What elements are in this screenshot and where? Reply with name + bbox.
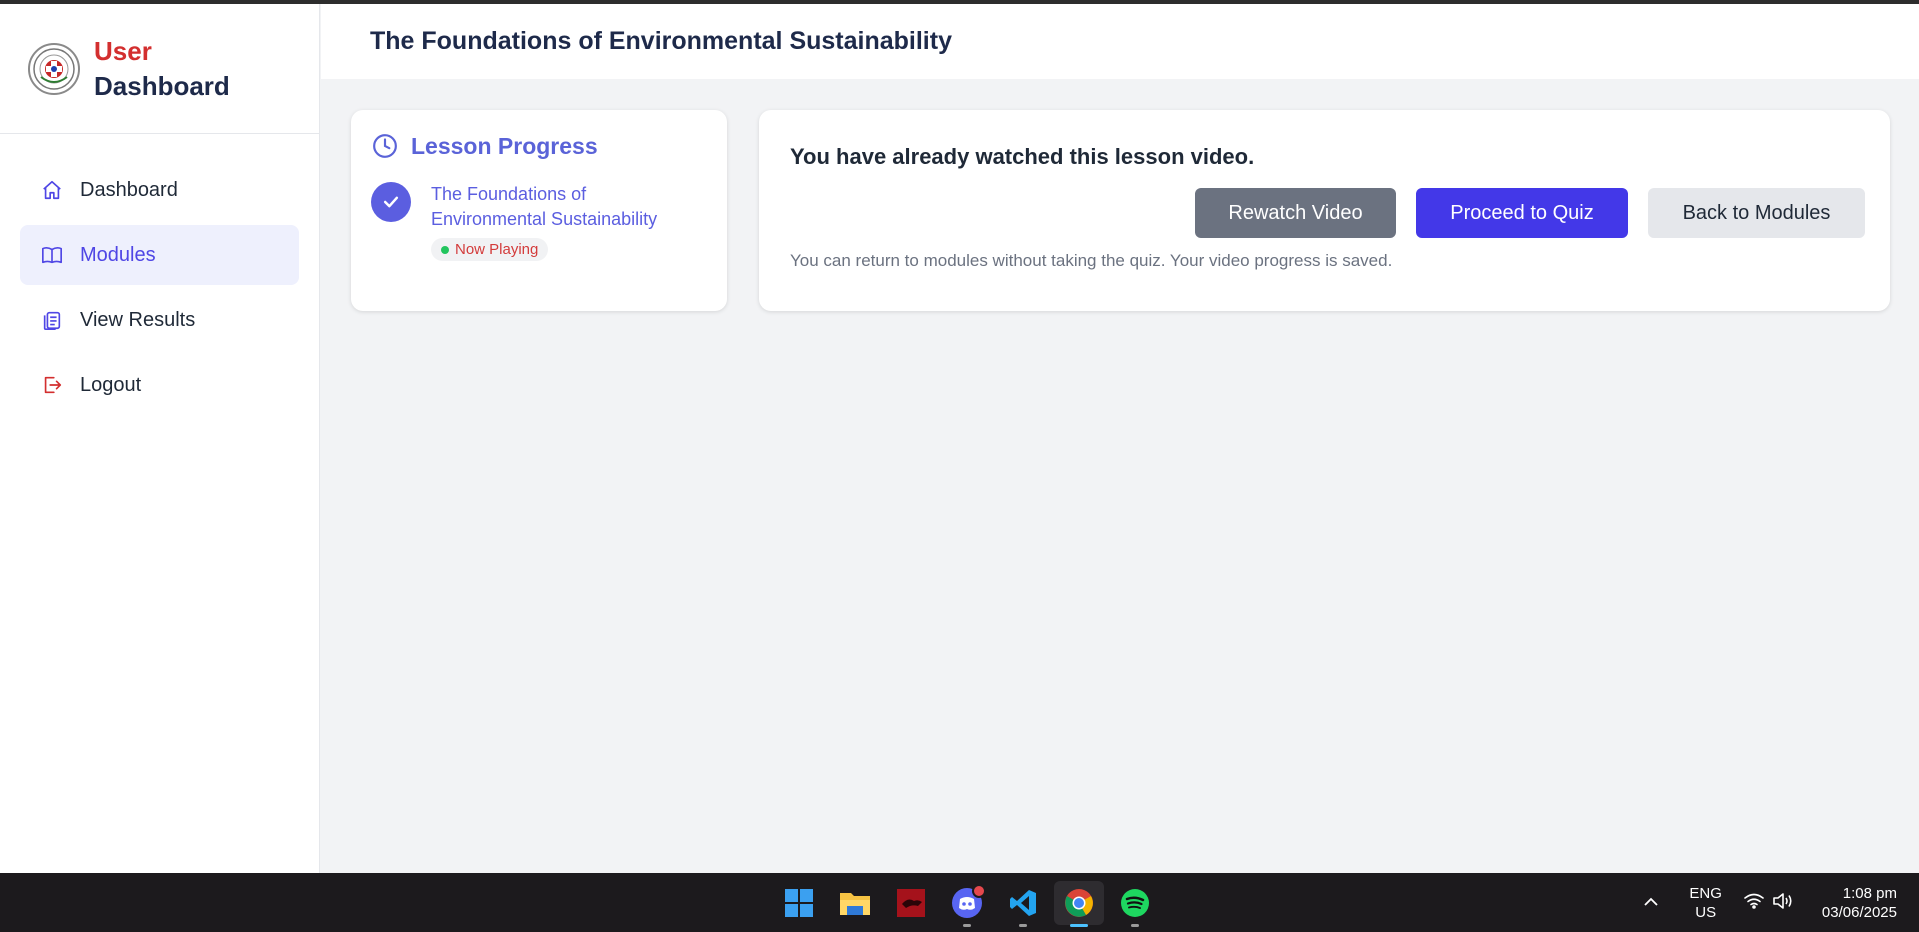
brand-title-user: User xyxy=(94,35,152,66)
watched-message: You have already watched this lesson vid… xyxy=(790,144,1255,169)
clock-icon xyxy=(371,132,399,160)
proceed-to-quiz-button[interactable]: Proceed to Quiz xyxy=(1416,188,1628,238)
video-status-card: You have already watched this lesson vid… xyxy=(759,110,1890,311)
lesson-progress-title: Lesson Progress xyxy=(411,132,598,159)
sidebar-item-label: Logout xyxy=(80,373,142,396)
chevron-up-icon[interactable] xyxy=(1643,894,1659,911)
running-indicator xyxy=(1070,924,1088,927)
vscode-icon[interactable] xyxy=(998,881,1048,927)
logout-icon xyxy=(40,373,64,397)
lesson-item[interactable]: The Foundations of Environmental Sustain… xyxy=(371,182,707,261)
sidebar-item-label: View Results xyxy=(80,308,196,331)
check-icon xyxy=(371,182,411,222)
file-explorer-icon[interactable] xyxy=(830,881,880,925)
lesson-title: The Foundations of Environmental Sustain… xyxy=(431,184,658,229)
language-label: ENG xyxy=(1689,884,1722,902)
red-app-icon[interactable] xyxy=(886,881,936,925)
taskbar-apps xyxy=(774,881,1166,927)
status-dot-icon xyxy=(441,245,449,254)
action-buttons: Rewatch Video Proceed to Quiz Back to Mo… xyxy=(790,188,1865,238)
lesson-progress-card: Lesson Progress The Foundations of Envir… xyxy=(351,110,727,311)
book-open-icon xyxy=(40,243,64,267)
notification-badge xyxy=(972,884,986,898)
status-badge: Now Playing xyxy=(431,238,549,261)
spotify-icon[interactable] xyxy=(1110,881,1160,927)
brand: User Dashboard xyxy=(0,4,319,134)
sidebar-nav: Dashboard Modules View Results Logout xyxy=(0,134,319,415)
system-tray: ENG US 1:08 pm 03/06/2025 xyxy=(1643,873,1897,932)
wifi-icon xyxy=(1744,893,1764,913)
status-badge-label: Now Playing xyxy=(455,241,539,258)
running-indicator xyxy=(1019,924,1027,927)
sidebar-item-label: Dashboard xyxy=(80,178,178,201)
home-icon xyxy=(40,178,64,202)
clock-time: 1:08 pm xyxy=(1842,884,1897,902)
discord-icon[interactable] xyxy=(942,881,992,927)
sidebar-item-modules[interactable]: Modules xyxy=(20,225,299,285)
running-indicator xyxy=(963,924,971,927)
page-header: The Foundations of Environmental Sustain… xyxy=(321,4,1919,79)
hint-text: You can return to modules without taking… xyxy=(790,251,1393,270)
university-seal-logo xyxy=(28,42,80,95)
page-title: The Foundations of Environmental Sustain… xyxy=(370,27,952,55)
sidebar-item-label: Modules xyxy=(80,243,156,266)
rewatch-video-button[interactable]: Rewatch Video xyxy=(1195,188,1396,238)
volume-icon xyxy=(1772,892,1794,914)
sidebar-item-dashboard[interactable]: Dashboard xyxy=(20,160,299,220)
back-to-modules-button[interactable]: Back to Modules xyxy=(1648,188,1865,238)
region-label: US xyxy=(1695,903,1717,921)
clock[interactable]: 1:08 pm 03/06/2025 xyxy=(1822,884,1897,922)
network-volume-group[interactable] xyxy=(1744,892,1794,914)
brand-title-dashboard: Dashboard xyxy=(94,70,230,101)
clock-date: 03/06/2025 xyxy=(1821,903,1897,921)
clipboard-icon xyxy=(40,308,64,332)
chrome-icon[interactable] xyxy=(1054,881,1104,927)
sidebar-item-view-results[interactable]: View Results xyxy=(20,290,299,350)
sidebar-item-logout[interactable]: Logout xyxy=(20,355,299,415)
taskbar: ENG US 1:08 pm 03/06/2025 xyxy=(0,873,1919,932)
sidebar: User Dashboard Dashboard Modules View Re… xyxy=(0,4,320,873)
language-indicator[interactable]: ENG US xyxy=(1689,884,1722,922)
running-indicator xyxy=(1131,924,1139,927)
windows-start-icon[interactable] xyxy=(774,881,824,925)
